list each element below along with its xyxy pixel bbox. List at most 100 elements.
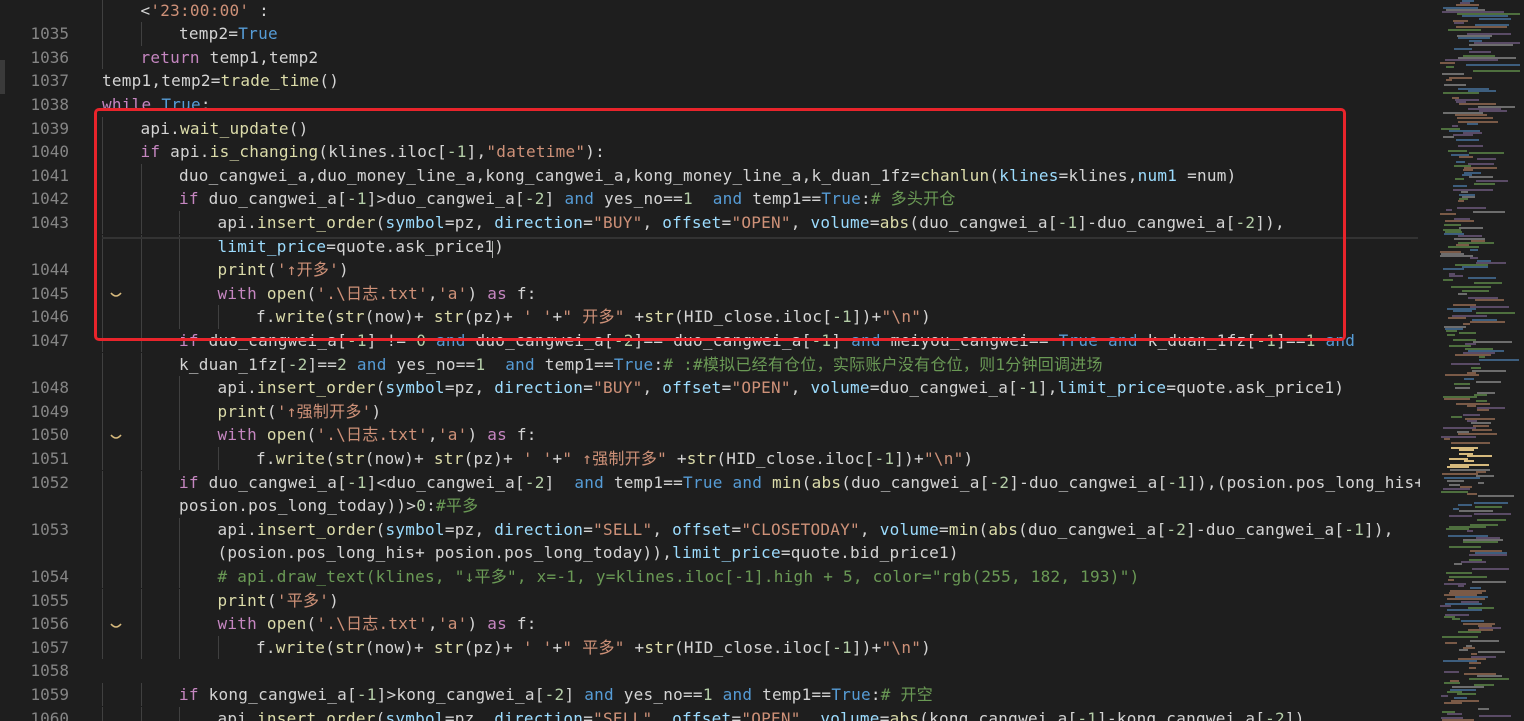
code-line[interactable]: 1052 if duo_cangwei_a[-1]<duo_cangwei_a[-… <box>0 470 1424 495</box>
minimap-line <box>1461 561 1486 563</box>
code-token: -1 <box>1018 378 1038 398</box>
minimap-line <box>1444 398 1470 401</box>
line-number: 1050 <box>30 425 69 445</box>
indent-guide <box>140 305 142 329</box>
code-line[interactable]: 1042 if duo_cangwei_a[-1]>duo_cangwei_a[-… <box>0 187 1420 211</box>
code-token: api. <box>140 118 181 138</box>
code-line[interactable]: 1056 with open('.\日志.txt','a') as f: <box>0 612 1420 636</box>
code-token: -2 <box>1235 212 1256 232</box>
code-token: -1 <box>1077 708 1098 721</box>
minimap-line <box>1479 110 1507 112</box>
code-line[interactable]: 1051 f.write(str(now)+ str(pz)+ ' '+" ↑强制… <box>0 446 1420 471</box>
code-token: ) <box>963 448 974 468</box>
code-editor[interactable]: <'23:00:00' :1035 temp2=True 1036 return te… <box>0 0 1524 721</box>
code-token: ( <box>375 519 386 539</box>
code-line[interactable]: 1041 duo_cangwei_a,duo_money_line_a,kong_… <box>0 163 1420 188</box>
code-token: is_changing <box>209 142 319 162</box>
code-token: True <box>238 24 278 44</box>
indent-guide <box>102 612 103 636</box>
minimap-line <box>1467 530 1473 533</box>
code-text: if kong_cangwei_a[-1]>kong_cangwei_a[-2]… <box>179 683 933 707</box>
minimap-line <box>1463 413 1480 416</box>
code-token: num1 <box>1137 165 1178 185</box>
code-token: "\n" <box>881 307 922 327</box>
minimap-line <box>1463 541 1498 544</box>
code-line[interactable]: 1039 api.wait_update() <box>0 116 1420 141</box>
code-text: (posion.pos_long_his+ posion.pos_long_to… <box>218 541 959 565</box>
code-token: temp1== <box>742 189 822 209</box>
code-line[interactable]: 1037 temp1,temp2=trade_time() <box>0 69 1420 93</box>
code-token: -2 <box>1166 519 1187 539</box>
line-number: 1051 <box>30 448 69 468</box>
code-area[interactable]: <'23:00:00' :1035 temp2=True 1036 return te… <box>0 0 1424 721</box>
code-line[interactable]: 1058 <box>0 659 1420 683</box>
minimap-line <box>1457 206 1486 209</box>
code-token: klines <box>999 165 1059 185</box>
indent-guide <box>102 328 103 353</box>
code-token: True <box>1058 330 1099 350</box>
indent-guide <box>102 22 103 46</box>
code-token: : <box>870 684 881 704</box>
code-line[interactable]: 1046 f.write(str(now)+ str(pz)+ ' '+" 开多"… <box>0 305 1420 329</box>
code-line[interactable]: posion.pos_long_today))>0:#平多 <box>0 494 1420 518</box>
code-token: + <box>624 637 645 657</box>
code-token: ( <box>989 165 1000 185</box>
code-token: '↑强制开多' <box>276 401 372 421</box>
indent-guide <box>102 140 103 164</box>
code-line[interactable]: 1047 if duo_cangwei_a[-1] != 0 and duo_ca… <box>0 328 1420 353</box>
code-token: temp1== <box>534 354 614 374</box>
code-line[interactable]: 1043 api.insert_order(symbol=pz, directio… <box>0 210 1420 235</box>
lightbulb-icon[interactable] <box>110 433 122 445</box>
code-line[interactable]: 1050 with open('.\日志.txt','a') as f: <box>0 423 1420 447</box>
line-number: 1057 <box>30 637 69 657</box>
code-line[interactable]: 1059 if kong_cangwei_a[-1]>kong_cangwei_a… <box>0 682 1420 707</box>
minimap-line <box>1476 380 1501 383</box>
code-token: -2 <box>287 354 308 374</box>
lightbulb-icon[interactable] <box>110 291 122 303</box>
code-token: f: <box>507 425 537 445</box>
indent-guide <box>140 612 142 636</box>
code-token: as <box>487 614 507 634</box>
code-line[interactable]: 1035 temp2=True <box>0 22 1420 46</box>
code-line[interactable]: 1053 api.insert_order(symbol=pz, directio… <box>0 517 1420 542</box>
code-line[interactable]: 1044 print('↑开多') <box>0 258 1420 282</box>
code-line[interactable]: 1060 api.insert_order(symbol=pz, directio… <box>0 706 1420 721</box>
code-line[interactable]: 1038 while True: <box>0 93 1420 117</box>
code-line[interactable]: 1045 with open('.\日志.txt','a') as f: <box>0 281 1420 306</box>
code-token: str <box>433 448 464 468</box>
code-token: duo_cangwei_a,duo_money_line_a,kong_cang… <box>179 165 921 185</box>
code-token: , <box>427 283 438 303</box>
code-token: " 平多" <box>562 637 625 657</box>
indent-guide <box>179 635 180 660</box>
code-token: and <box>505 354 535 374</box>
minimap[interactable] <box>1420 0 1524 721</box>
lightbulb-icon[interactable] <box>110 622 122 634</box>
code-line[interactable]: 1049 print('↑强制开多') <box>0 399 1420 424</box>
code-token: ]== duo_cangwei_a[ <box>633 330 812 350</box>
code-token: abs <box>811 472 842 492</box>
code-line[interactable]: k_duan_1fz[-2]==2 and yes_no==1 and temp… <box>0 352 1420 377</box>
minimap-line <box>1447 712 1462 715</box>
minimap-line <box>1458 145 1483 148</box>
minimap-line <box>1459 332 1476 335</box>
code-line[interactable]: (posion.pos_long_his+ posion.pos_long_to… <box>0 541 1420 565</box>
code-line[interactable]: 1057 f.write(str(now)+ str(pz)+ ' '+" 平多"… <box>0 635 1420 660</box>
code-token: : <box>860 189 871 209</box>
indent-guide <box>179 612 180 636</box>
minimap-line <box>1475 506 1502 508</box>
minimap-line <box>1451 363 1480 365</box>
code-line[interactable]: 1054 # api.draw_text(klines, "↓平多", x=-1,… <box>0 564 1420 589</box>
code-line[interactable]: 1048 api.insert_order(symbol=pz, directio… <box>0 376 1420 400</box>
minimap-line <box>1445 220 1474 222</box>
code-line[interactable]: 1055 print('平多') <box>0 588 1420 613</box>
minimap-line <box>1444 701 1462 704</box>
code-token: ]-duo_cangwei_a[ <box>1009 472 1168 492</box>
code-line[interactable]: 1036 return temp1,temp2 <box>0 45 1420 70</box>
indent-guide <box>140 588 142 613</box>
code-line[interactable]: 1040 if api.is_changing(klines.iloc[-1],"… <box>0 140 1420 164</box>
code-line[interactable]: <'23:00:00' : <box>0 0 1420 23</box>
code-token: = <box>879 708 890 721</box>
indent-guide <box>140 682 142 707</box>
indent-guide <box>140 376 142 400</box>
